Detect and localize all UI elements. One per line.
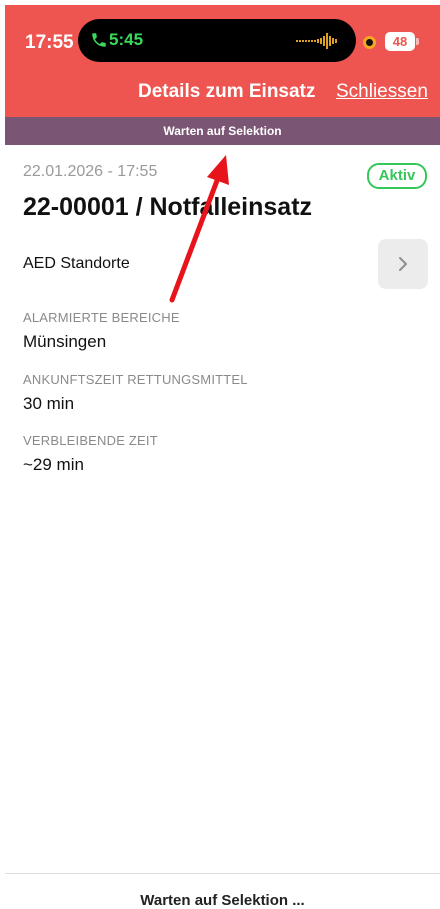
annotation-arrow bbox=[169, 155, 229, 303]
annotation-arrow-shaft bbox=[169, 175, 221, 303]
annotation-arrow-head bbox=[207, 155, 229, 185]
